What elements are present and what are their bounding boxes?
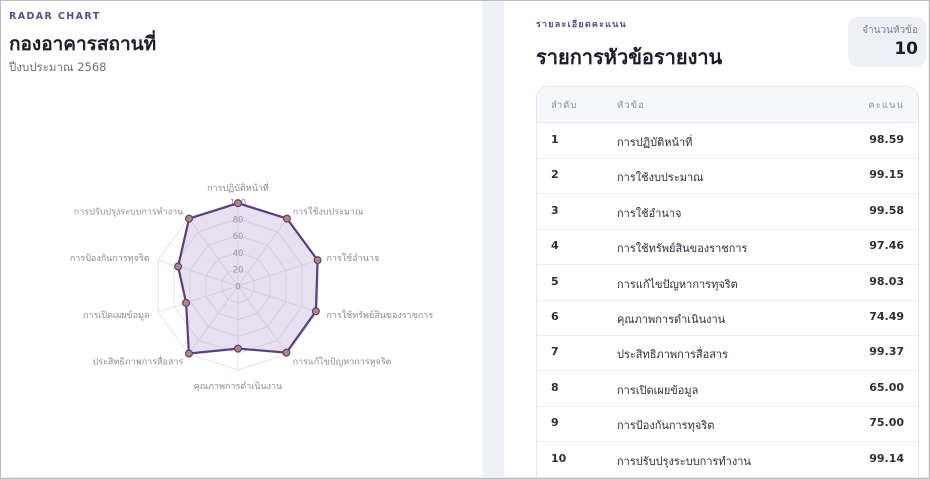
radar-point — [311, 307, 320, 316]
radar-category-label: การใช้งบประมาณ — [293, 206, 364, 217]
panel-gutter — [482, 1, 504, 477]
row-score: 99.15 — [869, 168, 904, 182]
unit-title: กองอาคารสถานที่ — [9, 33, 157, 55]
row-number: 6 — [551, 310, 559, 323]
row-number: 7 — [551, 345, 559, 359]
radar-point — [184, 349, 193, 358]
radar-point — [182, 298, 191, 307]
topic-count-badge: จำนวนหัวข้อ 10 — [848, 17, 926, 67]
radar-category-label: การปรับปรุงระบบการทำงาน — [74, 206, 184, 217]
row-score: 65.00 — [869, 380, 904, 394]
radar-category-label: การเปิดเผยข้อมูล — [83, 310, 150, 321]
table-row: 3 การใช้อำนาจ 99.58 — [537, 194, 918, 230]
row-number: 2 — [551, 168, 559, 182]
table-header: ลำดับ หัวข้อ คะแนน — [537, 87, 918, 123]
table-row: 8 การเปิดเผยข้อมูล 65.00 — [537, 371, 918, 407]
header-score: คะแนน — [868, 100, 904, 111]
radar-category-label: การใช้อำนาจ — [326, 253, 379, 264]
table-row: 7 ประสิทธิภาพการสื่อสาร 99.37 — [537, 335, 918, 372]
row-score: 97.46 — [869, 239, 904, 253]
row-topic: การเปิดเผยข้อมูล — [617, 383, 699, 397]
row-number: 9 — [551, 416, 559, 430]
row-topic: การใช้งบประมาณ — [617, 171, 704, 185]
radar-chart: 020406080100การปฏิบัติหน้าที่การใช้งบประ… — [70, 181, 433, 392]
row-topic: การแก้ไขปัญหาการทุจริต — [617, 277, 738, 291]
radar-category-label: การใช้ทรัพย์สินของราชการ — [326, 309, 433, 321]
topic-count-label: จำนวนหัวข้อ — [862, 25, 918, 36]
detail-eyebrow: รายละเอียดคะแนน — [536, 20, 627, 30]
table-row: 10 การปรับปรุงระบบการทำงาน 99.14 — [537, 442, 918, 478]
row-score: 74.49 — [869, 310, 904, 323]
row-number: 5 — [551, 274, 559, 288]
radar-point — [174, 262, 183, 271]
row-number: 8 — [551, 380, 559, 394]
topic-count-value: 10 — [894, 39, 918, 59]
radar-point — [313, 256, 322, 265]
header-topic: หัวข้อ — [617, 100, 645, 111]
row-score: 75.00 — [869, 416, 904, 430]
table-row: 4 การใช้ทรัพย์สินของราชการ 97.46 — [537, 229, 918, 266]
row-topic: คุณภาพการดำเนินงาน — [617, 313, 726, 326]
radar-category-label: การแก้ไขปัญหาการทุจริต — [293, 357, 392, 368]
radar-category-label: คุณภาพการดำเนินงาน — [194, 381, 283, 392]
table-row: 2 การใช้งบประมาณ 99.15 — [537, 158, 918, 195]
table-row: 9 การป้องกันการทุจริต 75.00 — [537, 406, 918, 443]
row-topic: การปฏิบัติหน้าที่ — [617, 136, 693, 149]
row-number: 10 — [551, 451, 567, 465]
radar-category-label: การป้องกันการทุจริต — [70, 253, 150, 264]
row-topic: การปรับปรุงระบบการทำงาน — [617, 454, 751, 468]
radar-panel: RADAR CHART กองอาคารสถานที่ ปีงบประมาณ 2… — [1, 1, 483, 477]
radar-category-label: ประสิทธิภาพการสื่อสาร — [92, 355, 183, 368]
detail-title: รายการหัวข้อรายงาน — [536, 45, 723, 69]
radar-point — [234, 199, 243, 208]
table-row: 1 การปฏิบัติหน้าที่ 98.59 — [537, 123, 918, 159]
row-topic: การป้องกันการทุจริต — [617, 419, 715, 433]
table-row: 5 การแก้ไขปัญหาการทุจริต 98.03 — [537, 265, 918, 301]
row-number: 3 — [551, 203, 559, 217]
radar-series-area — [177, 202, 319, 355]
header-no: ลำดับ — [551, 100, 578, 111]
radar-point — [282, 214, 291, 223]
radar-point — [234, 344, 243, 353]
table-row: 6 คุณภาพการดำเนินงาน 74.49 — [537, 300, 918, 336]
fiscal-year: ปีงบประมาณ 2568 — [9, 60, 107, 74]
radar-point — [282, 348, 291, 357]
row-topic: การใช้ทรัพย์สินของราชการ — [617, 242, 748, 256]
row-score: 99.14 — [869, 451, 904, 465]
radar-point — [185, 214, 194, 223]
row-topic: ประสิทธิภาพการสื่อสาร — [617, 348, 729, 362]
row-score: 99.37 — [869, 345, 904, 359]
row-score: 98.03 — [869, 274, 904, 288]
row-score: 99.58 — [869, 203, 904, 217]
score-table: ลำดับ หัวข้อ คะแนน 1 การปฏิบัติหน้าที่ 98.… — [536, 86, 919, 478]
row-number: 4 — [551, 239, 559, 253]
row-topic: การใช้อำนาจ — [617, 206, 682, 220]
row-number: 1 — [551, 133, 559, 146]
row-score: 98.59 — [869, 133, 904, 146]
radar-category-label: การปฏิบัติหน้าที่ — [207, 181, 269, 194]
chart-eyebrow: RADAR CHART — [9, 11, 101, 22]
detail-panel: รายละเอียดคะแนน รายการหัวข้อรายงาน จำนวน… — [504, 1, 928, 478]
